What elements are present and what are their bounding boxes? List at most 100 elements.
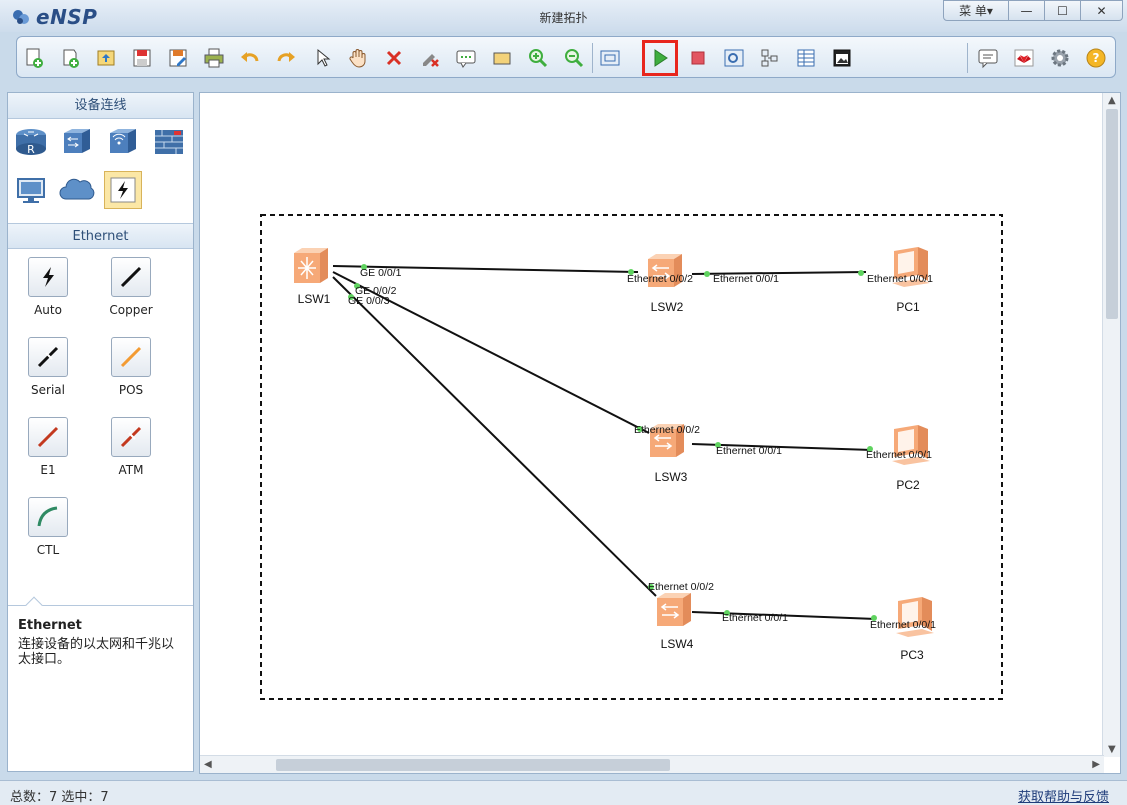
delete-connection-icon[interactable]	[415, 43, 445, 73]
connection-icon[interactable]	[104, 171, 142, 209]
print-icon[interactable]	[199, 43, 229, 73]
redo-icon[interactable]	[271, 43, 301, 73]
text-note-icon[interactable]	[451, 43, 481, 73]
svg-text:?: ?	[1093, 51, 1100, 65]
switch-icon[interactable]	[58, 123, 96, 161]
grid-icon[interactable]	[791, 43, 821, 73]
delete-icon[interactable]	[379, 43, 409, 73]
horizontal-scroll-thumb[interactable]	[276, 759, 670, 771]
copper-cable-icon	[111, 257, 151, 297]
scroll-down-icon[interactable]: ▼	[1108, 744, 1116, 755]
selection-count: 总数：7 选中：7	[10, 790, 109, 805]
cable-type-grid: Auto Copper Serial POS E1 ATM CTL	[8, 249, 193, 592]
help-icon[interactable]: ?	[1081, 43, 1111, 73]
device-lsw1[interactable]	[294, 248, 328, 283]
device-label: LSW4	[661, 637, 694, 651]
open-icon[interactable]	[91, 43, 121, 73]
scroll-left-icon[interactable]: ◀	[204, 759, 212, 770]
toolbar-separator	[967, 43, 968, 73]
port-label: Ethernet 0/0/1	[713, 273, 779, 285]
port-dots	[348, 264, 877, 621]
cable-auto[interactable]: Auto	[8, 253, 88, 329]
cable-serial[interactable]: Serial	[8, 333, 88, 409]
e1-cable-icon	[28, 417, 68, 457]
zoom-out-icon[interactable]	[559, 43, 589, 73]
links	[332, 265, 877, 620]
device-label: PC3	[900, 648, 924, 662]
vertical-scroll-thumb[interactable]	[1106, 109, 1118, 319]
cable-pos[interactable]: POS	[91, 333, 171, 409]
select-cursor-icon[interactable]	[307, 43, 337, 73]
device-pc3[interactable]	[896, 597, 934, 637]
rectangle-icon[interactable]	[487, 43, 517, 73]
description-text: 连接设备的以太网和千兆以太接口。	[18, 637, 175, 667]
device-lsw4[interactable]	[656, 592, 692, 627]
cable-label: Serial	[31, 383, 65, 397]
cable-label: POS	[118, 383, 144, 397]
cable-label: ATM	[118, 463, 144, 477]
scroll-up-icon[interactable]: ▲	[1108, 95, 1116, 106]
device-category-grid: R	[8, 119, 193, 223]
pc-icon[interactable]	[12, 171, 50, 209]
cable-copper[interactable]: Copper	[91, 253, 171, 329]
stop-device-icon[interactable]	[683, 43, 713, 73]
save-as-icon[interactable]	[163, 43, 193, 73]
description-pointer	[25, 596, 43, 614]
help-feedback-link[interactable]: 获取帮助与反馈	[1018, 786, 1109, 805]
cable-label: Auto	[34, 303, 62, 317]
huawei-icon[interactable]	[1009, 43, 1039, 73]
title-bar: eNSP 新建拓扑 菜 单▾ — ☐ ✕	[0, 0, 1127, 32]
horizontal-scrollbar[interactable]: ◀ ▶	[200, 755, 1104, 773]
close-button[interactable]: ✕	[1081, 0, 1123, 21]
menu-button[interactable]: 菜 单▾	[943, 0, 1009, 21]
device-label: LSW3	[655, 470, 688, 484]
port-label: Ethernet 0/0/1	[722, 612, 788, 624]
ctl-cable-icon	[28, 497, 68, 537]
topology-tree-icon[interactable]	[755, 43, 785, 73]
port-label: Ethernet 0/0/1	[716, 445, 782, 457]
vertical-scrollbar[interactable]: ▲ ▼	[1102, 93, 1120, 757]
wireless-icon[interactable]	[104, 123, 142, 161]
port-label: GE 0/0/3	[348, 295, 390, 307]
cable-label: CTL	[36, 543, 60, 557]
device-label: PC1	[896, 300, 920, 314]
cloud-icon[interactable]	[58, 171, 96, 209]
capture-icon[interactable]	[719, 43, 749, 73]
topology-canvas[interactable]: LSW1 LSW2 LSW3 LSW4 PC1 PC2 PC3 GE 0/0/1…	[199, 92, 1121, 774]
maximize-button[interactable]: ☐	[1045, 0, 1081, 21]
cable-ctl[interactable]: CTL	[8, 493, 88, 569]
topology-drawing: LSW1 LSW2 LSW3 LSW4 PC1 PC2 PC3 GE 0/0/1…	[260, 214, 1003, 700]
settings-icon[interactable]	[1045, 43, 1075, 73]
device-label: LSW1	[298, 292, 331, 306]
new-lab-icon[interactable]	[55, 43, 85, 73]
main-toolbar: ?	[16, 36, 1116, 78]
start-device-icon[interactable]	[642, 40, 678, 76]
link-lsw1-lsw4[interactable]	[332, 276, 657, 597]
undo-icon[interactable]	[235, 43, 265, 73]
firewall-icon[interactable]	[150, 123, 188, 161]
minimize-button[interactable]: —	[1009, 0, 1045, 21]
port-label: Ethernet 0/0/2	[634, 424, 700, 436]
port-label: Ethernet 0/0/1	[867, 273, 933, 285]
cable-e1[interactable]: E1	[8, 413, 88, 489]
cable-label: E1	[40, 463, 56, 477]
device-panel: 设备连线 R Ethernet Auto Copper Serial POS E…	[7, 92, 194, 772]
zoom-in-icon[interactable]	[523, 43, 553, 73]
port-label: GE 0/0/1	[360, 267, 402, 279]
pan-hand-icon[interactable]	[343, 43, 373, 73]
serial-cable-icon	[28, 337, 68, 377]
scroll-right-icon[interactable]: ▶	[1092, 759, 1100, 770]
toolbar-separator	[592, 43, 593, 73]
screenshot-icon[interactable]	[827, 43, 857, 73]
port-label: Ethernet 0/0/2	[648, 581, 714, 593]
fit-view-icon[interactable]	[595, 43, 625, 73]
cable-description: Ethernet 连接设备的以太网和千兆以太接口。	[8, 596, 193, 771]
router-icon[interactable]: R	[12, 123, 50, 161]
cable-atm[interactable]: ATM	[91, 413, 171, 489]
port-label: Ethernet 0/0/2	[627, 273, 693, 285]
auto-cable-icon	[28, 257, 68, 297]
save-icon[interactable]	[127, 43, 157, 73]
pos-cable-icon	[111, 337, 151, 377]
new-topology-icon[interactable]	[19, 43, 49, 73]
forum-icon[interactable]	[973, 43, 1003, 73]
